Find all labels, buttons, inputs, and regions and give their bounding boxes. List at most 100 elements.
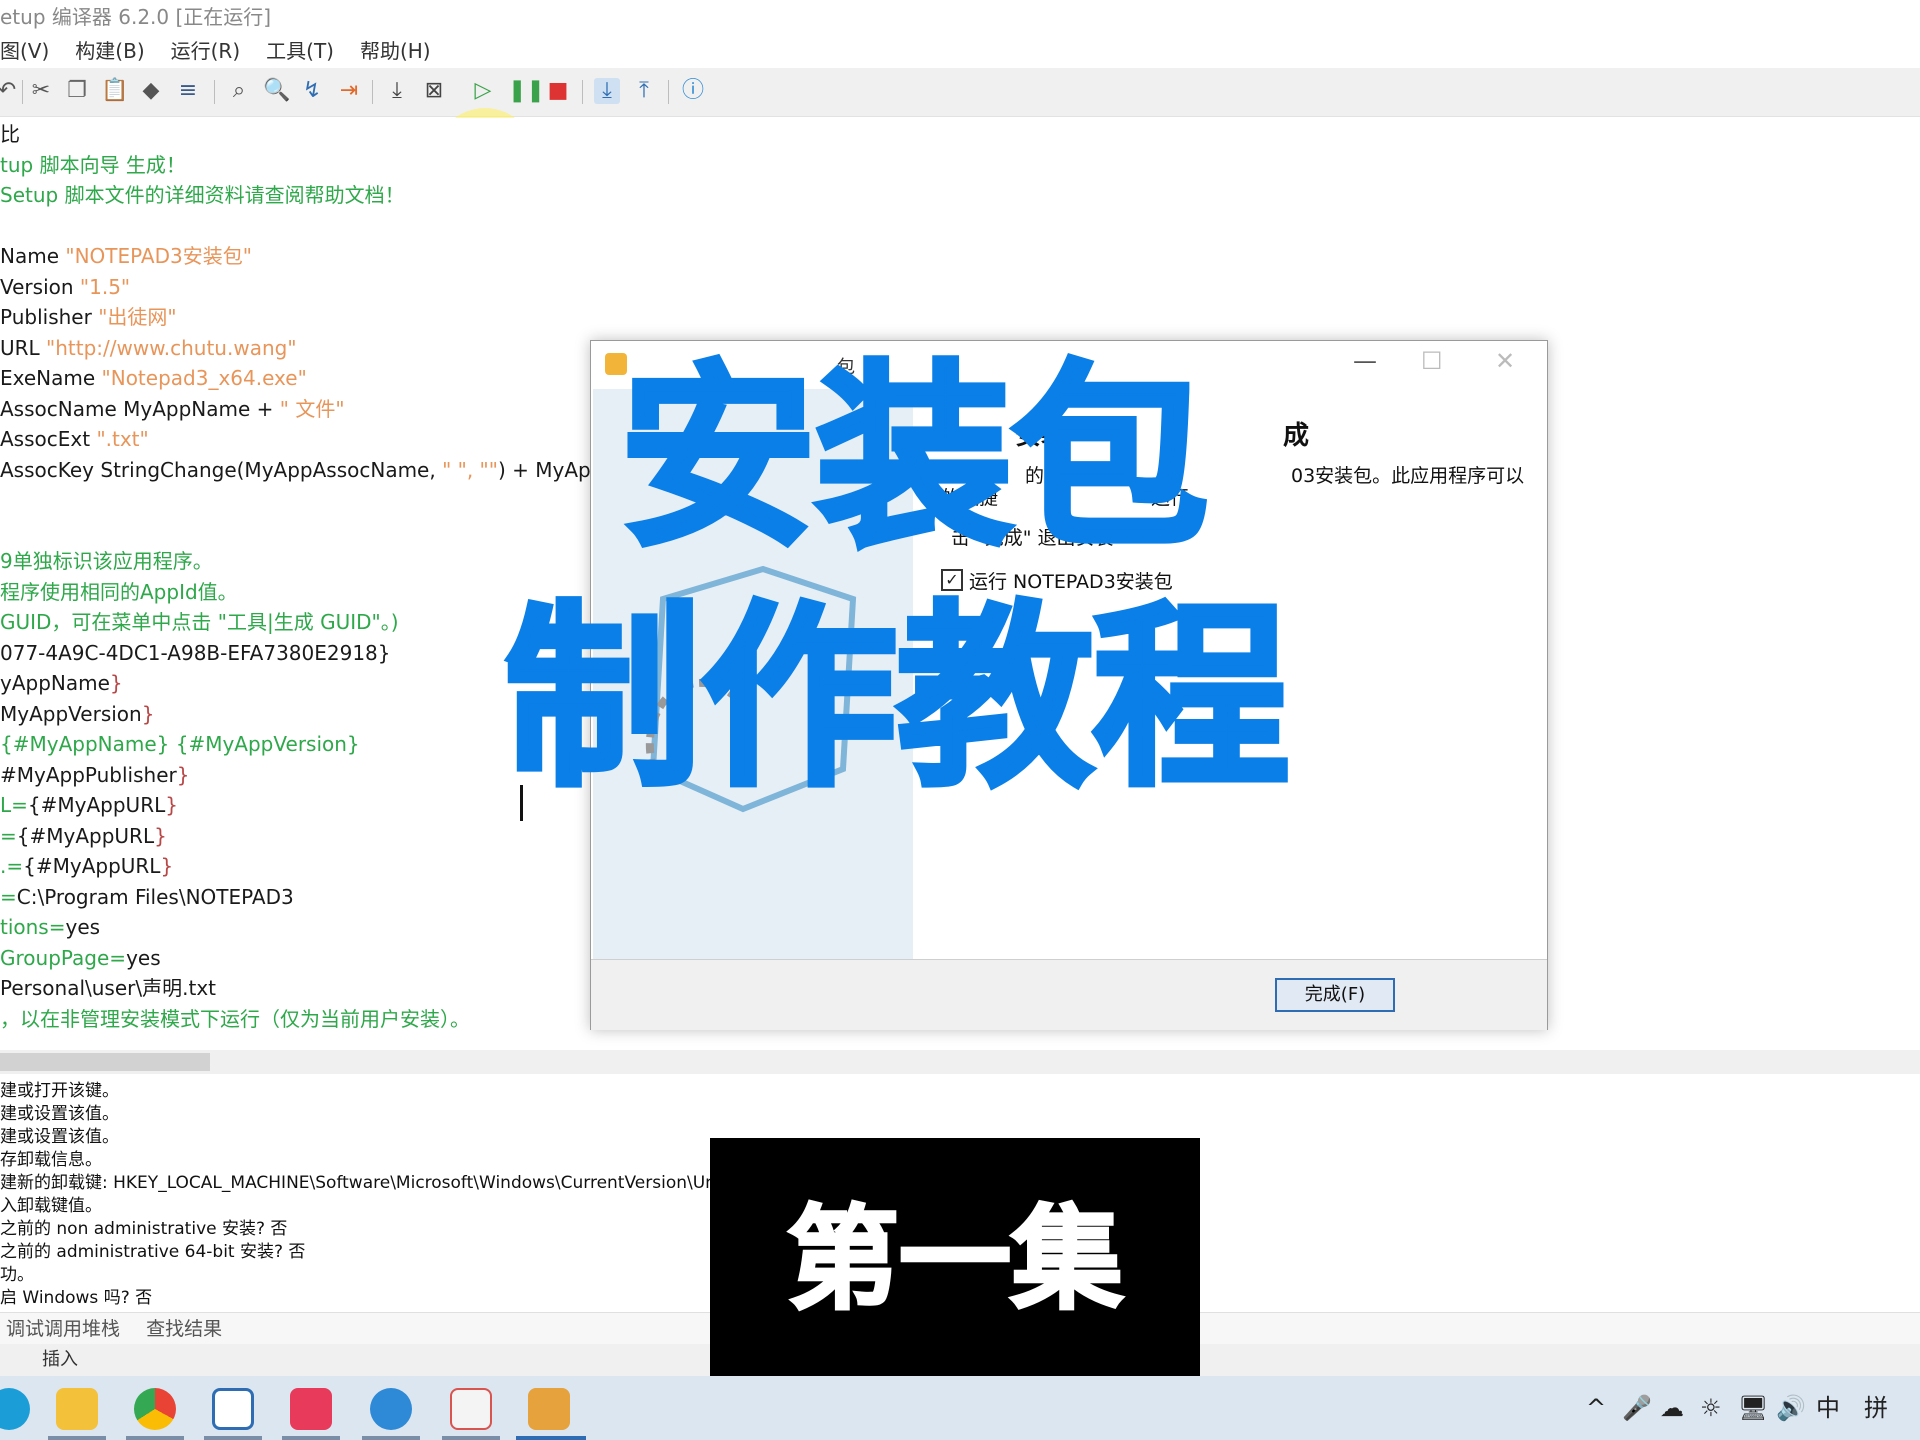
- input-method-cn-icon[interactable]: 中: [1816, 1392, 1840, 1424]
- taskbar-running-indicator: [204, 1436, 262, 1440]
- paste-icon[interactable]: 📋: [101, 78, 128, 104]
- code-line: Setup 脚本文件的详细资料请查阅帮助文档！: [0, 183, 405, 207]
- code-token: {#MyAppURL: [23, 854, 161, 878]
- copy-icon[interactable]: ❐: [64, 78, 90, 104]
- pause-icon[interactable]: ❚❚: [508, 78, 545, 104]
- code-line: ，以在非管理安装模式下运行（仅为当前用户安装）。: [0, 1007, 470, 1031]
- find-replace-icon[interactable]: 🔍: [263, 78, 290, 104]
- menu-help[interactable]: 帮助(H): [360, 34, 431, 68]
- menu-build[interactable]: 构建(B): [75, 34, 144, 68]
- taskbar-running-indicator: [282, 1436, 340, 1440]
- inno-setup-icon[interactable]: [528, 1388, 570, 1430]
- code-line: MyAppVersion}: [0, 702, 154, 726]
- edge-icon[interactable]: [0, 1388, 30, 1430]
- code-token: }: [109, 671, 123, 695]
- code-line: AssocName MyAppName + " 文件": [0, 397, 345, 421]
- minimize-icon[interactable]: —: [1353, 347, 1377, 375]
- network-icon[interactable]: 🖥: [1738, 1392, 1768, 1424]
- code-token: Publisher: [0, 305, 99, 329]
- undo-icon[interactable]: ↶: [0, 78, 20, 104]
- toolbar-separator: [22, 80, 23, 104]
- goto-icon[interactable]: ↯: [299, 78, 325, 104]
- output-line: 存卸载信息。: [0, 1150, 102, 1170]
- code-token: tup 脚本向导 生成！: [0, 152, 186, 177]
- code-token: yes: [126, 945, 161, 970]
- code-token: =: [0, 884, 17, 909]
- code-token: Personal\user\声明.txt: [0, 976, 216, 1000]
- code-line: =C:\Program Files\NOTEPAD3: [0, 885, 294, 909]
- output-line: 之前的 non administrative 安装? 否: [0, 1219, 288, 1239]
- taskbar-running-indicator: [442, 1436, 500, 1440]
- code-token: " 文件": [279, 396, 345, 421]
- microphone-icon[interactable]: 🎤: [1622, 1392, 1652, 1424]
- code-token: ，以在非管理安装模式下运行（仅为当前用户安装）。: [0, 1006, 470, 1031]
- code-token: "http://www.chutu.wang": [46, 335, 297, 360]
- chrome-icon[interactable]: [134, 1388, 176, 1430]
- compile-icon[interactable]: ⤓: [384, 78, 410, 104]
- code-line: ={#MyAppURL}: [0, 824, 167, 848]
- code-line: AssocKey StringChange(MyAppAssocName, " …: [0, 458, 603, 482]
- cut-icon[interactable]: ✂: [28, 78, 54, 104]
- code-token: 077-4A9C-4DC1-A98B-EFA7380E2918}: [0, 640, 391, 665]
- code-token: ".txt": [96, 427, 149, 451]
- ie-icon[interactable]: [370, 1388, 412, 1430]
- code-line: yAppName}: [0, 671, 123, 695]
- pinyin-input-icon[interactable]: 拼: [1864, 1392, 1888, 1424]
- code-token: "NOTEPAD3安装包": [65, 244, 252, 268]
- xmind-icon[interactable]: [290, 1388, 332, 1430]
- tray-expand-icon[interactable]: ^: [1586, 1392, 1606, 1424]
- bookmark-icon[interactable]: ⇥: [336, 78, 362, 104]
- taskbar-running-indicator: [48, 1436, 106, 1440]
- uninstall-icon[interactable]: ⤒: [631, 78, 657, 104]
- wizard-heading-right: 成: [1283, 421, 1310, 451]
- file-explorer-icon[interactable]: [56, 1388, 98, 1430]
- code-token: "Notepad3_x64.exe": [101, 366, 307, 390]
- episode-label: 第一集: [786, 1194, 1125, 1327]
- code-token: 比: [0, 122, 20, 146]
- code-line: L={#MyAppURL}: [0, 793, 178, 817]
- volume-icon[interactable]: 🔊: [1776, 1392, 1806, 1424]
- output-line: 建或设置该值。: [0, 1127, 119, 1147]
- scrollbar-thumb[interactable]: [0, 1053, 210, 1071]
- run-icon[interactable]: ▷: [470, 78, 496, 104]
- horizontal-scrollbar[interactable]: [0, 1050, 1920, 1074]
- output-line: 功。: [0, 1265, 34, 1285]
- find-icon[interactable]: ⌕: [226, 78, 252, 104]
- output-line: 建新的卸载键: HKEY_LOCAL_MACHINE\Software\Micr…: [0, 1173, 741, 1193]
- code-line: {#MyAppName} {#MyAppVersion}: [0, 732, 360, 756]
- code-line: 9单独标识该应用程序。: [0, 549, 213, 573]
- code-token: AssocExt: [0, 427, 97, 451]
- close-icon[interactable]: ✕: [1495, 347, 1515, 375]
- menu-run[interactable]: 运行(R): [171, 34, 241, 68]
- eraser-icon[interactable]: ◆: [138, 78, 164, 104]
- maximize-icon[interactable]: ☐: [1421, 347, 1443, 375]
- code-token: }: [141, 701, 155, 726]
- toolbar: ↶ ✂ ❐ 📋 ◆ ≡ ⌕ 🔍 ↯ ⇥ ⤓ ⊠ ▷ ❚❚ ■ ⤓ ⤒ ⓘ: [0, 68, 1920, 208]
- cloud-icon[interactable]: ☁: [1660, 1392, 1684, 1424]
- code-token: Setup 脚本文件的详细资料请查阅帮助文档！: [0, 183, 405, 207]
- code-line: Version "1.5": [0, 275, 130, 299]
- tab-find-results[interactable]: 查找结果: [146, 1318, 222, 1340]
- help-icon[interactable]: ⓘ: [680, 78, 706, 104]
- menu-tools[interactable]: 工具(T): [266, 34, 334, 68]
- compile-stop-icon[interactable]: ⊠: [421, 78, 447, 104]
- tab-debug-call-stack[interactable]: 调试调用堆栈: [6, 1318, 120, 1340]
- install-icon[interactable]: ⤓: [594, 78, 620, 104]
- stop-icon[interactable]: ■: [545, 78, 571, 104]
- wizard-text-right-1: 03安装包。此应用程序可以: [1291, 465, 1525, 487]
- code-token: }: [176, 762, 190, 787]
- code-token: C:\Program Files\NOTEPAD3: [16, 884, 294, 909]
- office-icon[interactable]: [450, 1388, 492, 1430]
- overlay-title-line2: 制作教程: [502, 582, 1292, 816]
- network-drive-icon[interactable]: [212, 1388, 254, 1430]
- window-title: etup 编译器 6.2.0 [正在运行]: [0, 5, 272, 29]
- toolbar-separator: [668, 80, 669, 104]
- code-token: ExeName: [0, 366, 102, 390]
- weather-icon[interactable]: ☼: [1700, 1392, 1722, 1424]
- code-line: Personal\user\声明.txt: [0, 976, 216, 1000]
- format-icon[interactable]: ≡: [175, 78, 201, 104]
- menu-view[interactable]: 图(V): [0, 34, 49, 68]
- finish-button[interactable]: 完成(F): [1275, 978, 1395, 1012]
- code-token: AssocKey StringChange(MyAppAssocName,: [0, 457, 443, 482]
- code-line: GUID，可在菜单中点击 "工具|生成 GUID"。): [0, 610, 399, 634]
